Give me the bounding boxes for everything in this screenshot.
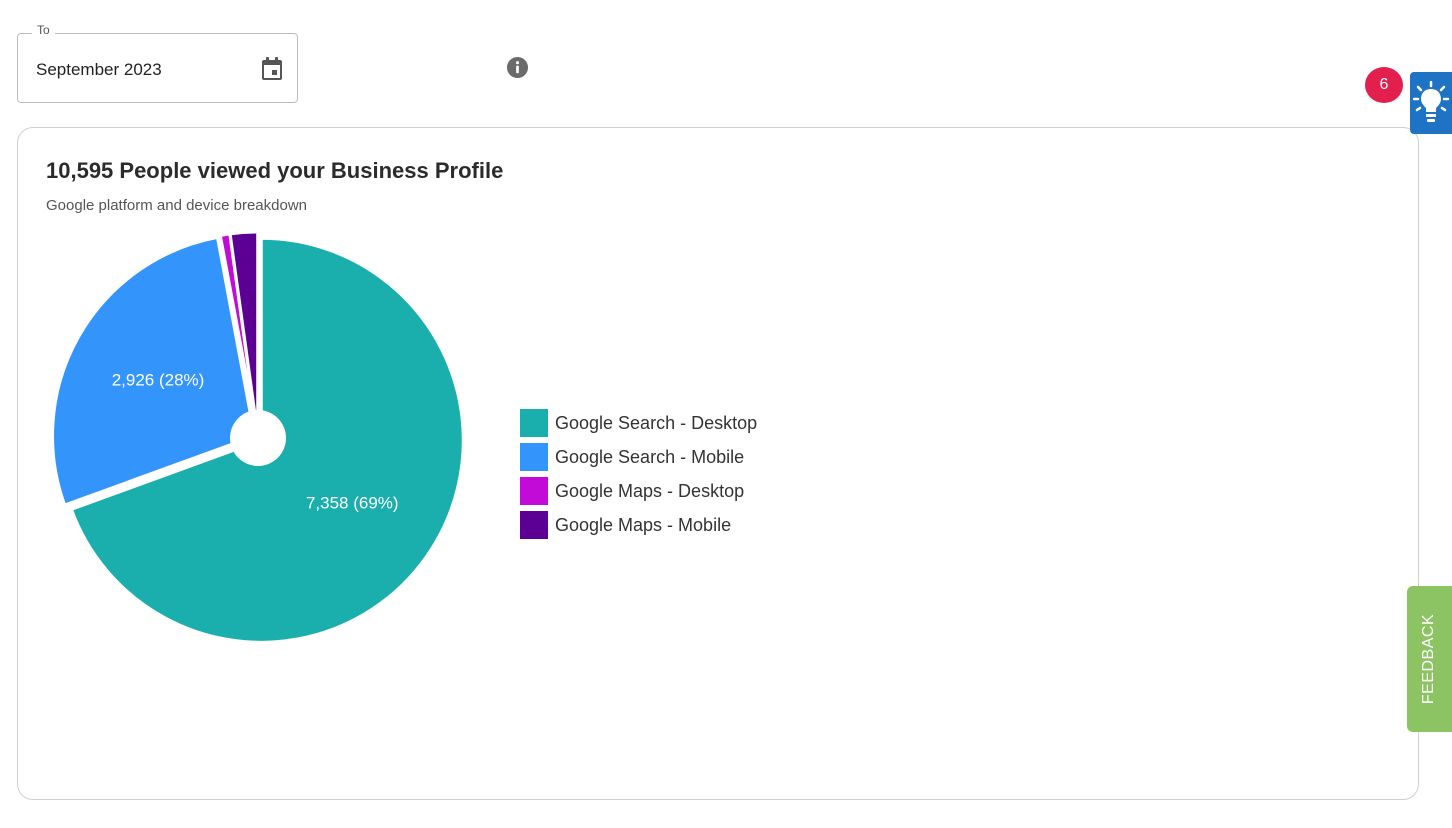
pie-slice-label-1: 2,926 (28%) [112, 370, 205, 389]
notification-badge[interactable]: 6 [1365, 67, 1403, 103]
calendar-icon[interactable] [261, 57, 283, 81]
card-subtitle: Google platform and device breakdown [46, 197, 307, 214]
feedback-tab[interactable]: FEEDBACK [1407, 586, 1452, 732]
pie-chart: 7,358 (69%) 2,926 (28%) [51, 230, 465, 644]
legend-label: Google Search - Mobile [555, 446, 745, 467]
info-icon[interactable] [506, 56, 529, 79]
legend-item[interactable]: Google Search - Mobile [520, 440, 757, 474]
pie-center-hole [230, 410, 286, 466]
tips-button[interactable] [1410, 72, 1452, 134]
chart-legend: Google Search - Desktop Google Search - M… [520, 406, 757, 542]
legend-item[interactable]: Google Maps - Mobile [520, 508, 757, 542]
legend-label: Google Maps - Mobile [555, 514, 732, 535]
feedback-label: FEEDBACK [1420, 613, 1437, 705]
business-profile-views-card: 10,595 People viewed your Business Profi… [17, 127, 1419, 800]
legend-label: Google Search - Desktop [555, 412, 758, 433]
date-to-value[interactable]: September 2023 [36, 60, 162, 80]
legend-label: Google Maps - Desktop [555, 480, 745, 501]
card-title: 10,595 People viewed your Business Profi… [46, 158, 504, 183]
legend-swatch [520, 409, 548, 437]
legend-swatch [520, 443, 548, 471]
pie-slice-label-0: 7,358 (69%) [306, 494, 399, 513]
legend-swatch [520, 477, 548, 505]
legend-swatch [520, 511, 548, 539]
legend-item[interactable]: Google Search - Desktop [520, 406, 757, 440]
date-to-field[interactable]: To September 2023 [17, 23, 298, 103]
date-to-label: To [32, 23, 55, 37]
legend-item[interactable]: Google Maps - Desktop [520, 474, 757, 508]
lightbulb-icon [1413, 81, 1449, 122]
